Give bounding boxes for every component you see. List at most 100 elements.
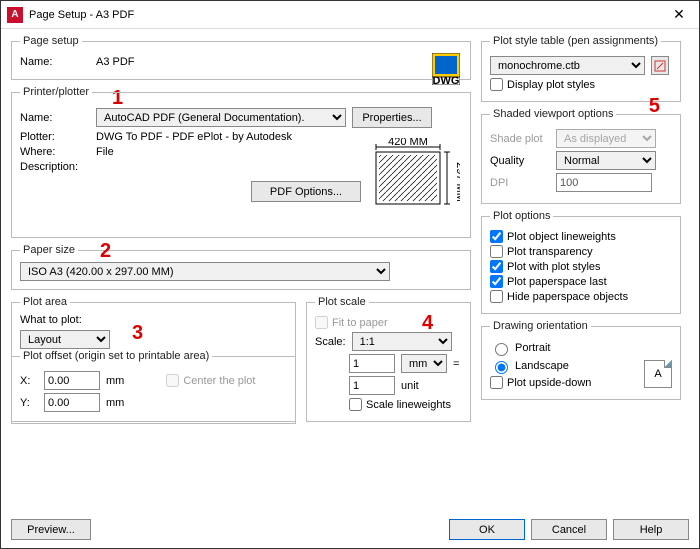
unit-label: unit xyxy=(401,380,419,392)
page-setup-name-label: Name: xyxy=(20,56,90,68)
display-plot-styles-checkbox[interactable] xyxy=(490,78,503,91)
shade-plot-select: As displayed xyxy=(556,129,656,148)
help-button[interactable]: Help xyxy=(613,519,689,540)
plot-transparency-label: Plot transparency xyxy=(507,246,593,258)
quality-label: Quality xyxy=(490,155,550,167)
center-plot-checkbox xyxy=(166,374,179,387)
edit-plot-style-button[interactable] xyxy=(651,56,669,75)
portrait-radio[interactable] xyxy=(495,343,508,356)
plot-transparency-checkbox[interactable] xyxy=(490,245,503,258)
plotter-label: Plotter: xyxy=(20,131,90,143)
annotation-4: 4 xyxy=(422,312,433,335)
hide-paperspace-label: Hide paperspace objects xyxy=(507,291,628,303)
landscape-label: Landscape xyxy=(515,360,569,372)
plot-lineweights-label: Plot object lineweights xyxy=(507,231,616,243)
description-label: Description: xyxy=(20,161,90,173)
quality-select[interactable]: Normal xyxy=(556,151,656,170)
dialog-window: A Page Setup - A3 PDF ✕ Page setup DWG N… xyxy=(0,0,700,549)
dpi-input xyxy=(556,173,652,192)
plot-options-group: Plot options Plot object lineweights Plo… xyxy=(481,210,681,314)
upside-down-checkbox[interactable] xyxy=(490,376,503,389)
orientation-legend: Drawing orientation xyxy=(490,320,591,332)
hide-paperspace-checkbox[interactable] xyxy=(490,290,503,303)
plot-style-table-group: Plot style table (pen assignments) monoc… xyxy=(481,35,681,102)
titlebar: A Page Setup - A3 PDF ✕ xyxy=(1,1,699,29)
x-label: X: xyxy=(20,375,38,387)
printer-legend: Printer/plotter xyxy=(20,86,92,98)
plot-style-select[interactable]: monochrome.ctb xyxy=(490,56,645,75)
plot-paperspace-label: Plot paperspace last xyxy=(507,276,607,288)
printer-name-select[interactable]: AutoCAD PDF (General Documentation). xyxy=(96,108,346,127)
plot-area-legend: Plot area xyxy=(20,296,70,308)
scale-unit-select[interactable]: mm xyxy=(401,354,447,373)
scale-label: Scale: xyxy=(315,336,346,348)
plot-scale-group: Plot scale 4 Fit to paper Scale:1:1 mm= … xyxy=(306,296,471,422)
dpi-label: DPI xyxy=(490,177,550,189)
svg-text:297 MM: 297 MM xyxy=(454,162,460,202)
equals-label: = xyxy=(453,358,459,370)
paper-size-select[interactable]: ISO A3 (420.00 x 297.00 MM) xyxy=(20,262,390,281)
center-plot-label: Center the plot xyxy=(183,375,255,387)
plot-offset-group: Plot offset (origin set to printable are… xyxy=(11,350,296,424)
window-title: Page Setup - A3 PDF xyxy=(29,9,659,21)
scale-lineweights-checkbox[interactable] xyxy=(349,398,362,411)
cancel-button[interactable]: Cancel xyxy=(531,519,607,540)
plot-style-legend: Plot style table (pen assignments) xyxy=(490,35,661,47)
shaded-legend: Shaded viewport options xyxy=(490,108,616,120)
scale-denominator-input[interactable] xyxy=(349,376,395,395)
close-icon[interactable]: ✕ xyxy=(659,1,699,29)
drawing-orientation-group: Drawing orientation Portrait Landscape P… xyxy=(481,320,681,400)
autocad-app-icon: A xyxy=(7,7,23,23)
svg-text:DWG: DWG xyxy=(433,75,460,85)
scale-lineweights-label: Scale lineweights xyxy=(366,399,451,411)
annotation-2: 2 xyxy=(100,240,111,263)
what-to-plot-select[interactable]: Layout xyxy=(20,330,110,349)
what-to-plot-label: What to plot: xyxy=(20,314,287,326)
plot-with-styles-label: Plot with plot styles xyxy=(507,261,601,273)
page-setup-legend: Page setup xyxy=(20,35,82,47)
plotter-value: DWG To PDF - PDF ePlot - by Autodesk xyxy=(96,131,292,143)
plot-scale-legend: Plot scale xyxy=(315,296,369,308)
content-area: Page setup DWG Name: A3 PDF 1 Printer/pl… xyxy=(1,29,699,503)
left-column: Page setup DWG Name: A3 PDF 1 Printer/pl… xyxy=(11,35,471,503)
annotation-3: 3 xyxy=(132,322,143,345)
properties-button[interactable]: Properties... xyxy=(352,107,432,128)
plot-lineweights-checkbox[interactable] xyxy=(490,230,503,243)
dialog-footer: Preview... OK Cancel Help xyxy=(11,519,689,540)
y-unit: mm xyxy=(106,397,124,409)
scale-select[interactable]: 1:1 xyxy=(352,332,452,351)
paper-size-legend: Paper size xyxy=(20,244,78,256)
printer-plotter-group: Printer/plotter Name: AutoCAD PDF (Gener… xyxy=(11,86,471,238)
paper-preview: 420 MM 297 MM xyxy=(368,138,460,227)
plot-with-styles-checkbox[interactable] xyxy=(490,260,503,273)
printer-name-label: Name: xyxy=(20,112,90,124)
y-input[interactable] xyxy=(44,393,100,412)
x-unit: mm xyxy=(106,375,124,387)
plot-offset-legend: Plot offset (origin set to printable are… xyxy=(20,350,212,362)
where-label: Where: xyxy=(20,146,90,158)
where-value: File xyxy=(96,146,114,158)
page-setup-name-value: A3 PDF xyxy=(96,56,135,68)
fit-to-paper-checkbox xyxy=(315,316,328,329)
orientation-icon: A xyxy=(644,360,672,388)
preview-button[interactable]: Preview... xyxy=(11,519,91,540)
right-column: Plot style table (pen assignments) monoc… xyxy=(481,35,681,503)
paper-size-group: Paper size 2 ISO A3 (420.00 x 297.00 MM) xyxy=(11,244,471,290)
svg-text:420 MM: 420 MM xyxy=(388,138,428,148)
x-input[interactable] xyxy=(44,371,100,390)
scale-numerator-input[interactable] xyxy=(349,354,395,373)
display-plot-styles-label: Display plot styles xyxy=(507,79,595,91)
ok-button[interactable]: OK xyxy=(449,519,525,540)
plot-options-legend: Plot options xyxy=(490,210,553,222)
fit-to-paper-label: Fit to paper xyxy=(332,317,388,329)
plot-paperspace-checkbox[interactable] xyxy=(490,275,503,288)
portrait-label: Portrait xyxy=(515,342,550,354)
upside-down-label: Plot upside-down xyxy=(507,377,591,389)
shade-plot-label: Shade plot xyxy=(490,133,550,145)
page-setup-group: Page setup DWG Name: A3 PDF 1 xyxy=(11,35,471,80)
shaded-viewport-group: Shaded viewport options Shade plot As dis… xyxy=(481,108,681,204)
y-label: Y: xyxy=(20,397,38,409)
dwg-icon: DWG xyxy=(432,53,460,85)
landscape-radio[interactable] xyxy=(495,361,508,374)
pdf-options-button[interactable]: PDF Options... xyxy=(251,181,361,202)
